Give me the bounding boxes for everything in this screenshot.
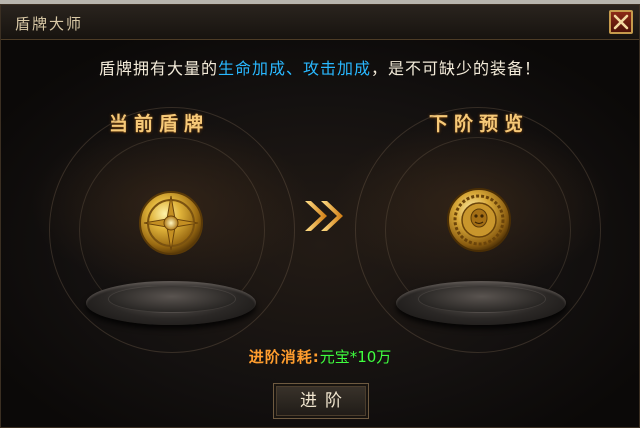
next-shield-icon	[446, 187, 512, 253]
description-text: 盾牌拥有大量的生命加成、攻击加成，是不可缺少的装备！	[1, 55, 639, 79]
double-chevron-right-icon	[299, 191, 349, 241]
shield-master-window: 盾牌大师 盾牌拥有大量的生命加成、攻击加成，是不可缺少的装备！ 当前盾牌 下阶预…	[0, 4, 640, 428]
advance-cost: 进阶消耗:元宝*10万	[1, 346, 639, 367]
close-icon	[613, 14, 629, 30]
current-shield-icon	[138, 190, 204, 256]
current-pedestal	[86, 281, 256, 325]
close-button[interactable]	[609, 10, 633, 34]
advance-button[interactable]: 进阶	[273, 383, 369, 419]
cost-value: 元宝*10万	[319, 348, 392, 366]
description-highlight: 生命加成、攻击加成	[217, 59, 371, 78]
description-suffix: ，是不可缺少的装备！	[371, 59, 542, 78]
cost-label: 进阶消耗:	[248, 348, 320, 366]
next-pedestal	[396, 281, 566, 325]
description-prefix: 盾牌拥有大量的	[98, 59, 218, 78]
window-title: 盾牌大师	[15, 15, 84, 33]
title-bar: 盾牌大师	[1, 5, 639, 40]
